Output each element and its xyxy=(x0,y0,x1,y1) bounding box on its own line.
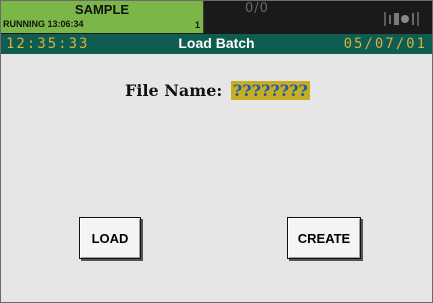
create-button[interactable]: CREATE xyxy=(287,217,361,259)
load-batch-panel: File Name: ???????? LOAD CREATE xyxy=(1,54,432,302)
batch-count: 1 xyxy=(194,20,200,30)
status-bar: SAMPLE RUNNING 13:06:34 1 0/0 xyxy=(1,1,432,34)
batch-time: 13:06:34 xyxy=(47,19,84,29)
load-button[interactable]: LOAD xyxy=(79,217,141,259)
current-date: 05/07/01 xyxy=(343,36,427,52)
batch-state-line: RUNNING 13:06:34 xyxy=(3,19,84,29)
batch-name: SAMPLE xyxy=(74,2,130,17)
signal-icon xyxy=(382,10,422,33)
batch-state: RUNNING xyxy=(3,19,45,29)
app-window: SAMPLE RUNNING 13:06:34 1 0/0 12:35:33 L… xyxy=(0,0,433,303)
title-bar: 12:35:33 Load Batch 05/07/01 xyxy=(1,34,432,54)
alarm-count: 0/0 xyxy=(245,1,269,16)
batch-status-panel: SAMPLE RUNNING 13:06:34 1 xyxy=(1,1,204,33)
file-name-row: File Name: ???????? xyxy=(125,81,310,100)
file-name-field[interactable]: ???????? xyxy=(230,81,310,100)
file-name-label: File Name: xyxy=(125,81,223,100)
